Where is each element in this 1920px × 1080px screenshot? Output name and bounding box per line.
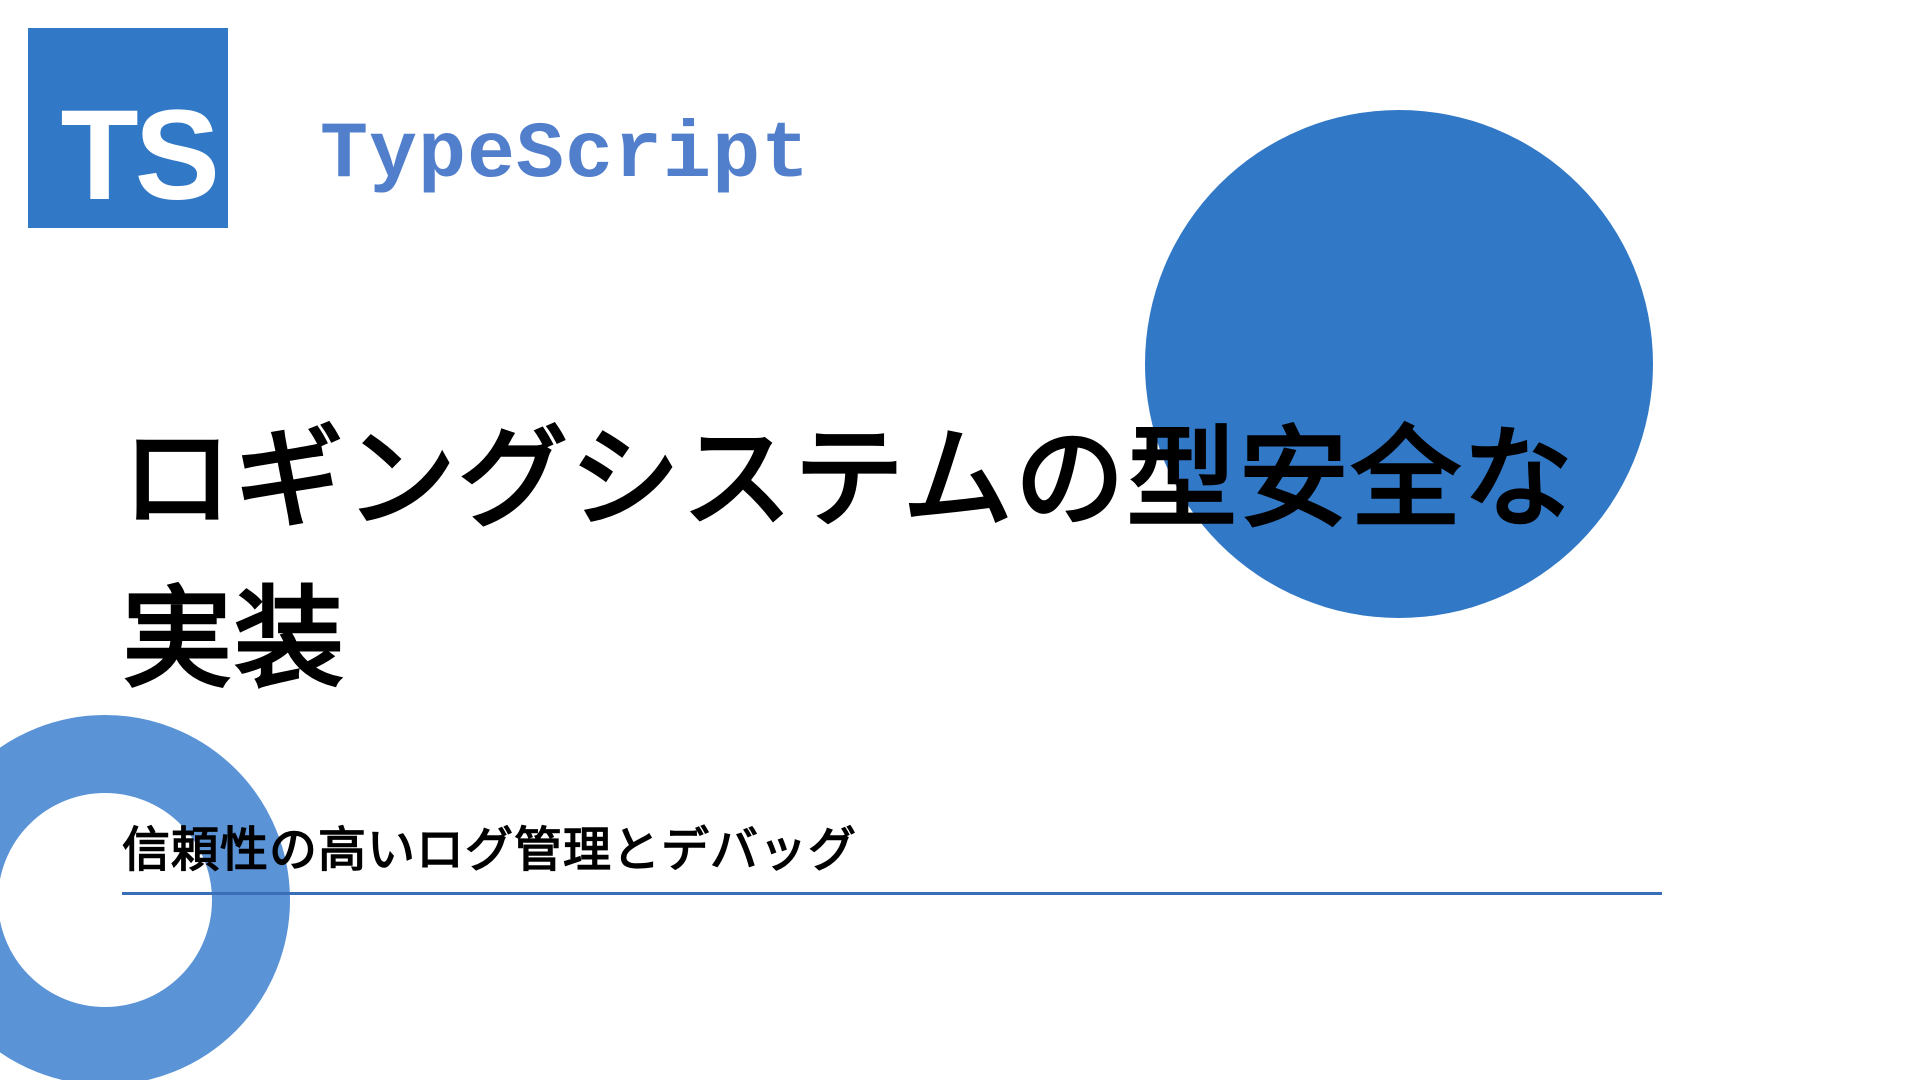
slide-title: ロギングシステムの型安全な実装 xyxy=(122,400,1642,719)
slide: TS TypeScript ロギングシステムの型安全な実装 信頼性の高いログ管理… xyxy=(0,0,1920,1080)
decorative-ring xyxy=(0,715,290,1080)
brand-label: TypeScript xyxy=(320,110,810,201)
logo-text: TS xyxy=(60,92,216,220)
typescript-logo: TS xyxy=(28,28,228,228)
slide-subtitle: 信頼性の高いログ管理とデバッグ xyxy=(122,810,1642,880)
divider-line xyxy=(122,892,1662,895)
